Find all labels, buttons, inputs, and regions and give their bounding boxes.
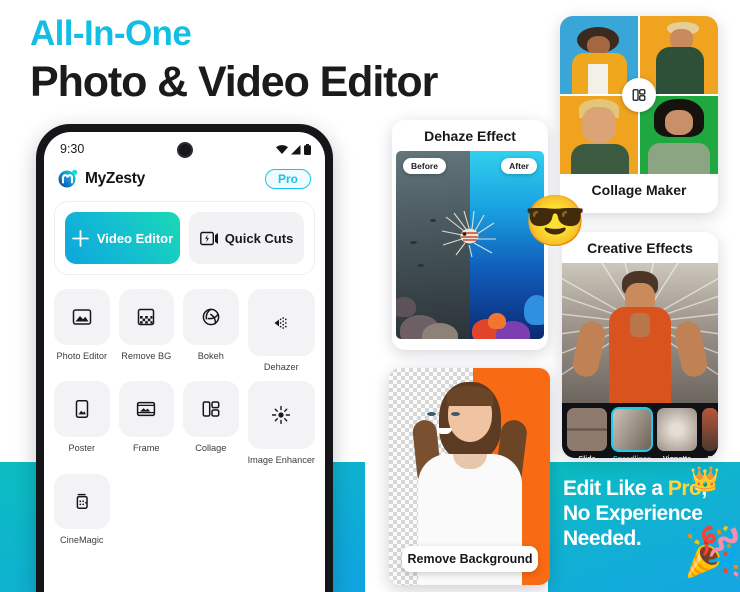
crown-emoji: 👑 xyxy=(690,466,720,493)
tagline-line-1-prefix: Edit Like a xyxy=(563,477,668,500)
phone-screen: 9:30 MyZesty Pro Video Editor Quick Cuts… xyxy=(44,132,325,592)
film-magic-icon xyxy=(76,493,88,509)
tool-label: Dehazer xyxy=(263,362,299,373)
quick-actions-panel: Video Editor Quick Cuts xyxy=(54,201,315,275)
effect-label: Slide xyxy=(567,454,607,458)
poster-icon xyxy=(75,400,88,419)
collage-layout-icon xyxy=(202,401,220,417)
dehaze-card-title: Dehaze Effect xyxy=(424,128,516,144)
headline-line-1: All-In-One xyxy=(30,14,192,53)
effect-thumbnail xyxy=(611,407,653,452)
quick-actions-row: Video Editor Quick Cuts xyxy=(65,212,304,264)
remove-background-label: Remove Background xyxy=(402,546,538,572)
headline: All-In-One Photo & Video Editor xyxy=(30,14,438,108)
effect-thumbnail xyxy=(657,408,697,451)
tool-tile xyxy=(183,289,239,345)
effect-item-slide[interactable]: Slide xyxy=(567,408,607,458)
collage-grid xyxy=(560,16,718,174)
effect-label: Vignette xyxy=(657,454,697,458)
sunglasses-emoji: 😎 xyxy=(524,193,587,249)
tool-cinemagic[interactable]: CineMagic xyxy=(54,473,110,546)
tool-poster[interactable]: Poster xyxy=(54,381,110,464)
effect-label: Speedlines xyxy=(612,454,652,458)
tool-remove-bg[interactable]: Remove BG xyxy=(118,289,175,372)
effects-thumbnail-strip[interactable]: Slide Speedlines Vignette F xyxy=(562,403,718,458)
effect-item-vignette[interactable]: Vignette xyxy=(657,408,697,458)
after-tag: After xyxy=(501,158,537,174)
tagline-line-2: No Experience xyxy=(563,502,703,525)
promo-banner: All-In-One Photo & Video Editor 9:30 MyZ… xyxy=(0,0,740,592)
effects-preview-image xyxy=(562,263,718,403)
tool-tile xyxy=(183,381,239,437)
tool-tile xyxy=(54,289,110,345)
aperture-icon xyxy=(202,308,220,326)
quick-cuts-label: Quick Cuts xyxy=(224,230,294,246)
dehaze-comparison-image: Before After xyxy=(396,151,544,339)
remove-background-card[interactable]: Remove Background xyxy=(389,368,550,585)
tool-tile xyxy=(54,381,110,437)
flash-clip-icon xyxy=(199,231,218,245)
tool-tile xyxy=(247,289,315,357)
tool-tile xyxy=(118,381,175,437)
tool-label: CineMagic xyxy=(60,535,104,546)
front-camera-icon xyxy=(176,142,193,158)
tool-frame[interactable]: Frame xyxy=(118,381,175,464)
tool-collage[interactable]: Collage xyxy=(183,381,239,464)
tool-tile xyxy=(54,473,110,530)
collage-cell xyxy=(560,96,638,174)
effect-thumbnail xyxy=(702,408,718,451)
collage-cell xyxy=(640,96,718,174)
tool-label: Bokeh xyxy=(197,350,224,361)
battery-icon xyxy=(304,143,311,155)
tool-label: Poster xyxy=(68,442,96,453)
status-icons xyxy=(276,143,311,155)
collage-maker-card[interactable]: Collage Maker xyxy=(560,16,718,213)
pro-badge[interactable]: Pro xyxy=(264,168,311,189)
tool-dehazer[interactable]: Dehazer xyxy=(247,289,315,373)
lionfish-illustration xyxy=(441,210,496,257)
status-time: 9:30 xyxy=(60,142,85,156)
headline-line-2: Photo & Video Editor xyxy=(30,58,438,106)
frame-icon xyxy=(137,402,156,417)
tool-grid: Photo Editor Remove BG Bokeh Dehazer Pos… xyxy=(54,289,315,545)
tool-label: Remove BG xyxy=(121,350,172,361)
collage-cell xyxy=(640,16,718,94)
before-tag: Before xyxy=(403,158,446,174)
plus-icon xyxy=(71,229,89,247)
myzesty-logo-icon xyxy=(58,168,79,189)
wifi-icon xyxy=(276,144,288,154)
party-popper-emoji: 🎉 xyxy=(683,526,740,579)
effect-thumbnail xyxy=(567,408,607,451)
collage-layout-icon xyxy=(632,89,646,101)
sparkle-sun-icon xyxy=(272,406,291,425)
phone-mockup: 9:30 MyZesty Pro Video Editor Quick Cuts… xyxy=(36,124,333,592)
dehaze-dots-icon xyxy=(274,316,287,329)
collage-badge-icon xyxy=(622,78,656,112)
tool-image-enhancer[interactable]: Image Enhancer xyxy=(247,381,315,465)
video-editor-label: Video Editor xyxy=(96,230,174,246)
quick-cuts-button[interactable]: Quick Cuts xyxy=(189,212,304,264)
tool-tile xyxy=(118,289,175,345)
video-editor-button[interactable]: Video Editor xyxy=(65,212,180,264)
tool-label: Collage xyxy=(195,442,227,453)
signal-icon xyxy=(291,144,301,154)
tool-bokeh[interactable]: Bokeh xyxy=(183,289,239,372)
brand-name: MyZesty xyxy=(85,169,145,187)
tool-tile xyxy=(247,381,315,449)
photo-frame-icon xyxy=(72,309,91,325)
tool-label: Photo Editor xyxy=(56,350,108,361)
effect-label: F xyxy=(702,454,718,458)
tool-label: Image Enhancer xyxy=(247,454,315,465)
creative-effects-card[interactable]: Creative Effects Slide xyxy=(562,232,718,458)
tool-photo-editor[interactable]: Photo Editor xyxy=(54,289,110,372)
brand: MyZesty xyxy=(58,168,145,189)
effect-item-partial[interactable]: F xyxy=(702,408,718,458)
tool-label: Frame xyxy=(133,442,160,453)
checkerboard-icon xyxy=(138,308,155,326)
app-header: MyZesty Pro xyxy=(44,158,325,195)
effect-item-speedlines[interactable]: Speedlines xyxy=(611,407,653,458)
